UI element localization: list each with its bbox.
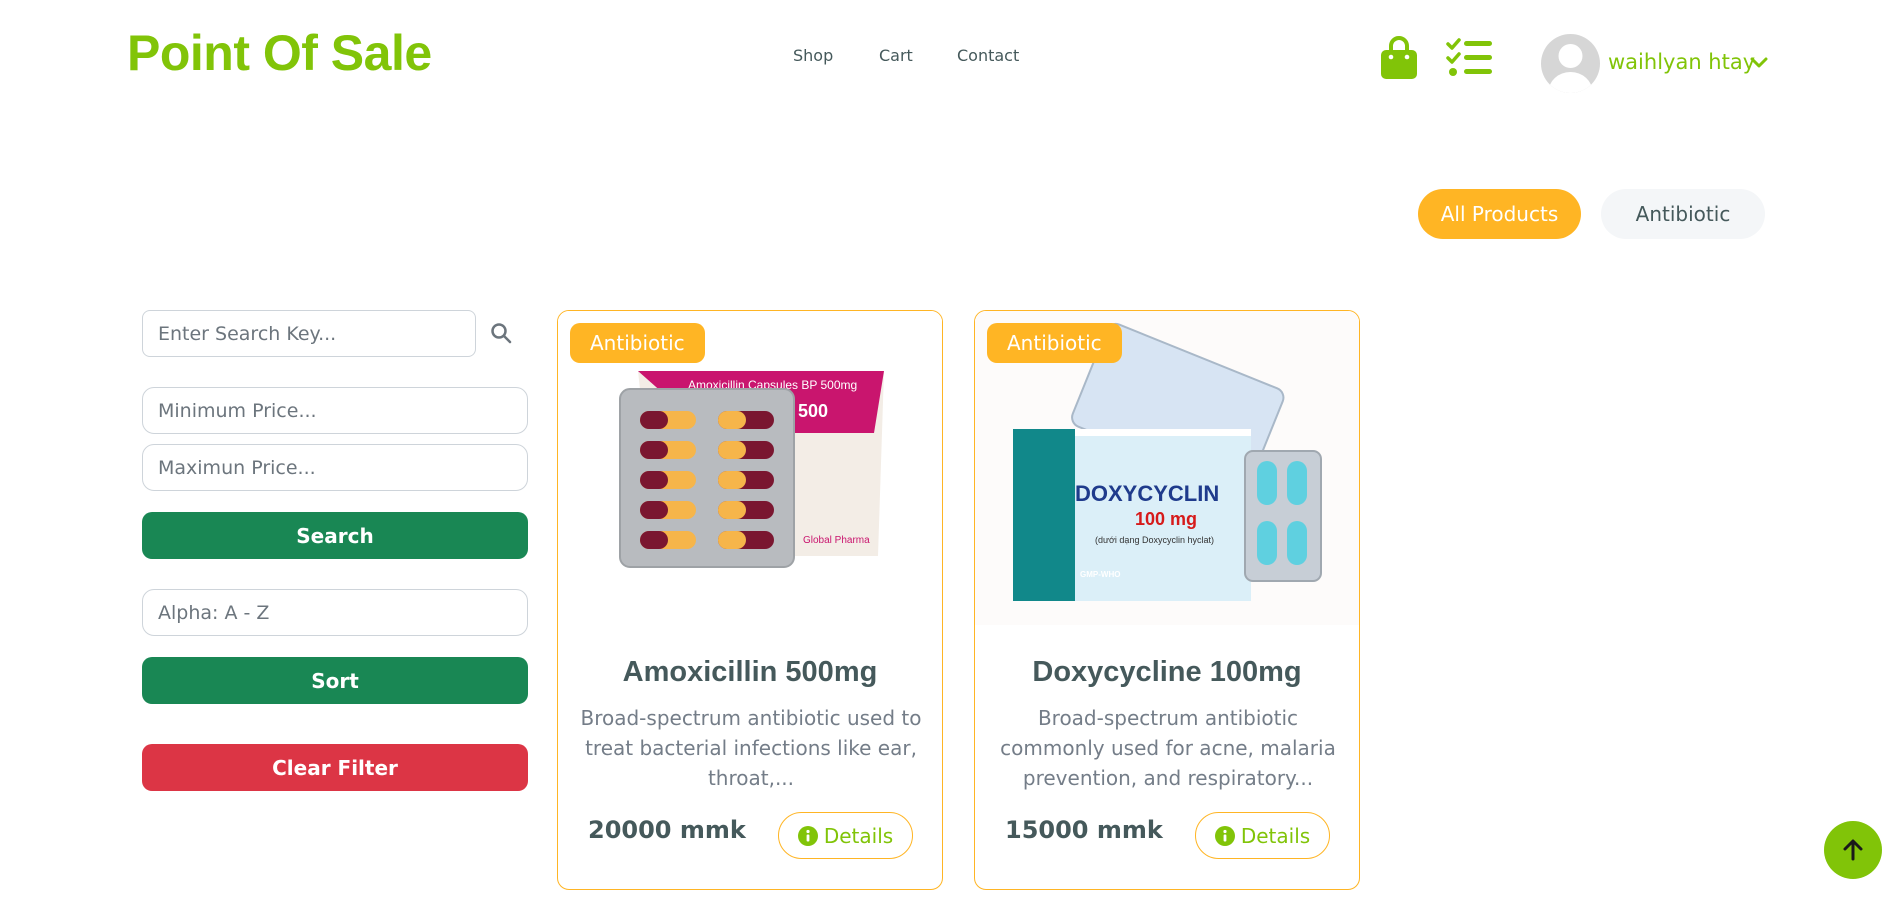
search-button[interactable]: Search bbox=[142, 512, 528, 559]
svg-text:DOXYCYCLIN: DOXYCYCLIN bbox=[1075, 481, 1219, 506]
product-name: Amoxicillin 500mg bbox=[622, 656, 878, 688]
min-price-input[interactable]: Minimum Price... bbox=[142, 387, 528, 434]
product-image[interactable]: DOXYCYCLIN 100 mg (dưới dạng Doxycyclin … bbox=[975, 311, 1359, 625]
product-description: Broad-spectrum antibiotic used to treat … bbox=[580, 706, 922, 790]
product-description: Broad-spectrum antibiotic commonly used … bbox=[1000, 706, 1336, 790]
svg-text:100 mg: 100 mg bbox=[1135, 509, 1197, 529]
details-button[interactable]: Details bbox=[778, 812, 913, 859]
product-price: 15000 mmk bbox=[1005, 816, 1163, 844]
product-card[interactable]: Amoxicillin Capsules BP 500mg 500 Global… bbox=[557, 310, 943, 890]
svg-text:(dưới dạng Doxycyclin hyclat): (dưới dạng Doxycyclin hyclat) bbox=[1095, 535, 1214, 545]
back-to-top-button[interactable] bbox=[1824, 821, 1882, 879]
shopping-bag-icon[interactable] bbox=[1380, 36, 1418, 80]
info-icon bbox=[1214, 825, 1235, 846]
search-icon[interactable] bbox=[490, 322, 512, 344]
nav-contact[interactable]: Contact bbox=[957, 46, 1019, 65]
order-list-icon[interactable] bbox=[1446, 38, 1492, 78]
product-price: 20000 mmk bbox=[588, 816, 746, 844]
clear-filter-button[interactable]: Clear Filter bbox=[142, 744, 528, 791]
nav-cart[interactable]: Cart bbox=[879, 46, 913, 65]
svg-text:GMP-WHO: GMP-WHO bbox=[1080, 570, 1120, 579]
arrow-up-icon bbox=[1843, 839, 1863, 861]
info-icon bbox=[797, 825, 818, 846]
max-price-input[interactable]: Maximun Price... bbox=[142, 444, 528, 491]
user-name[interactable]: waihlyan htay bbox=[1608, 50, 1755, 74]
details-label: Details bbox=[1240, 823, 1311, 848]
product-card[interactable]: DOXYCYCLIN 100 mg (dưới dạng Doxycyclin … bbox=[974, 310, 1360, 890]
category-badge: Antibiotic bbox=[570, 323, 705, 363]
product-image[interactable]: Amoxicillin Capsules BP 500mg 500 Global… bbox=[558, 311, 942, 625]
category-badge: Antibiotic bbox=[987, 323, 1122, 363]
search-input[interactable]: Enter Search Key... bbox=[142, 310, 476, 357]
svg-text:Global Pharma: Global Pharma bbox=[803, 535, 870, 546]
svg-text:500: 500 bbox=[798, 401, 828, 421]
user-silhouette-icon bbox=[1548, 44, 1593, 93]
avatar[interactable] bbox=[1541, 34, 1600, 93]
chevron-down-icon[interactable] bbox=[1750, 56, 1768, 70]
sort-select[interactable]: Alpha: A - Z bbox=[142, 589, 528, 636]
sort-button[interactable]: Sort bbox=[142, 657, 528, 704]
product-name: Doxycycline 100mg bbox=[1032, 656, 1302, 688]
nav-shop[interactable]: Shop bbox=[793, 46, 833, 65]
details-label: Details bbox=[823, 823, 894, 848]
details-button[interactable]: Details bbox=[1195, 812, 1330, 859]
category-antibiotic[interactable]: Antibiotic bbox=[1601, 189, 1765, 239]
category-all-products[interactable]: All Products bbox=[1418, 189, 1581, 239]
brand-logo[interactable]: Point Of Sale bbox=[127, 24, 432, 82]
